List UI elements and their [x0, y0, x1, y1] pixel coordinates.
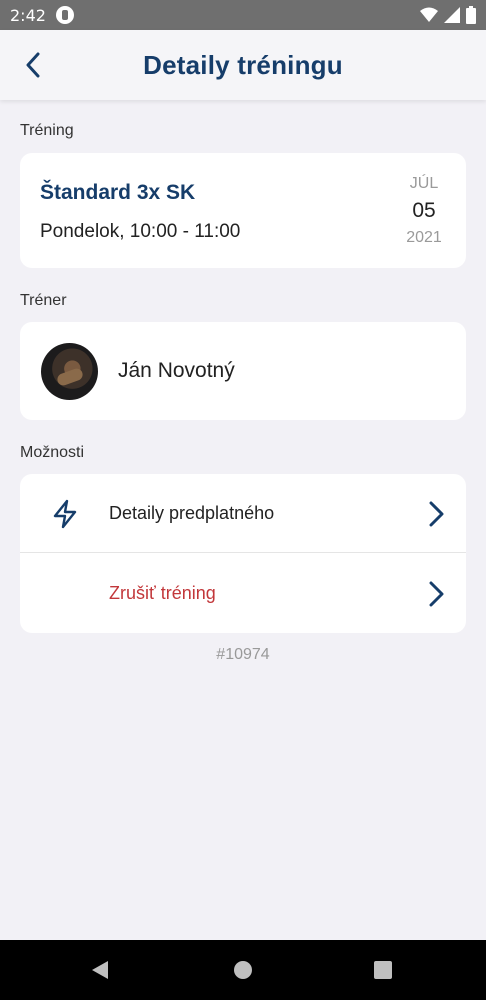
- app-notification-icon: [55, 6, 74, 24]
- options-section-label: Možnosti: [20, 444, 85, 461]
- back-arrow-icon: [26, 52, 40, 78]
- training-section-label: Tréning: [20, 122, 74, 139]
- page-title: Detaily tréningu: [143, 49, 343, 80]
- training-card: Štandard 3x SK Pondelok, 10:00 - 11:00 J…: [20, 153, 466, 268]
- training-date: JÚL 05 2021: [402, 175, 446, 247]
- date-day: 05: [412, 199, 436, 222]
- chevron-right-icon: [429, 581, 444, 607]
- trainer-card[interactable]: Ján Novotný: [20, 322, 466, 420]
- nav-back-icon[interactable]: [90, 960, 110, 980]
- signal-icon: [444, 7, 460, 23]
- lightning-icon: [53, 499, 77, 529]
- nav-recents-icon[interactable]: [373, 960, 393, 980]
- wifi-icon: [420, 7, 438, 22]
- chevron-right-icon: [429, 501, 444, 527]
- date-month: JÚL: [409, 175, 439, 192]
- cancel-training-label: Zrušiť tréning: [109, 583, 216, 603]
- system-navigation-bar: [0, 940, 486, 1000]
- nav-home-icon[interactable]: [233, 960, 253, 980]
- status-time: 2:42: [10, 5, 46, 25]
- app-header: Detaily tréningu: [0, 30, 486, 100]
- trainer-section-label: Tréner: [20, 292, 67, 309]
- trainer-name: Ján Novotný: [118, 359, 235, 382]
- subscription-details-label: Detaily predplatného: [109, 503, 275, 523]
- back-button[interactable]: [18, 50, 48, 80]
- training-name: Štandard 3x SK: [40, 181, 196, 204]
- options-card: Detaily predplatného Zrušiť tréning: [20, 474, 466, 633]
- cancel-training-option[interactable]: Zrušiť tréning: [20, 554, 466, 633]
- battery-icon: [466, 6, 476, 24]
- status-bar: 2:42: [0, 0, 486, 30]
- trainer-avatar: [41, 343, 98, 400]
- subscription-details-option[interactable]: Detaily predplatného: [20, 474, 466, 553]
- booking-id: #10974: [216, 646, 270, 663]
- status-icons: [420, 6, 476, 24]
- date-year: 2021: [406, 229, 442, 246]
- training-time: Pondelok, 10:00 - 11:00: [40, 221, 241, 242]
